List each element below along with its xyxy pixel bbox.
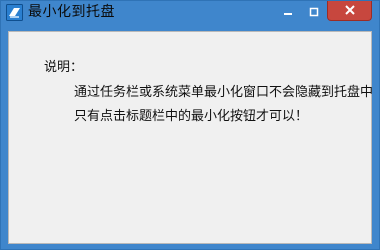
- title-bar[interactable]: 最小化到托盘: [1, 1, 379, 25]
- maximize-button[interactable]: [301, 1, 327, 21]
- minimize-icon: [283, 2, 293, 21]
- description-line-1: 通过任务栏或系统菜单最小化窗口不会隐藏到托盘中: [74, 85, 374, 100]
- app-window: 最小化到托盘 说明： 通过任务栏或系统菜单最小化窗口不会隐藏到托盘中 只有点击标…: [0, 0, 380, 250]
- description-line-2: 只有点击标题栏中的最小化按钮才可以！: [74, 109, 309, 124]
- description-label: 说明：: [44, 60, 84, 75]
- maximize-icon: [309, 2, 319, 21]
- close-button[interactable]: [327, 1, 372, 21]
- window-title: 最小化到托盘: [28, 4, 115, 20]
- window-controls: [275, 1, 372, 21]
- close-icon: [344, 1, 356, 20]
- app-icon: [6, 4, 23, 21]
- minimize-button[interactable]: [275, 1, 301, 21]
- client-area: 说明： 通过任务栏或系统菜单最小化窗口不会隐藏到托盘中 只有点击标题栏中的最小化…: [8, 31, 374, 244]
